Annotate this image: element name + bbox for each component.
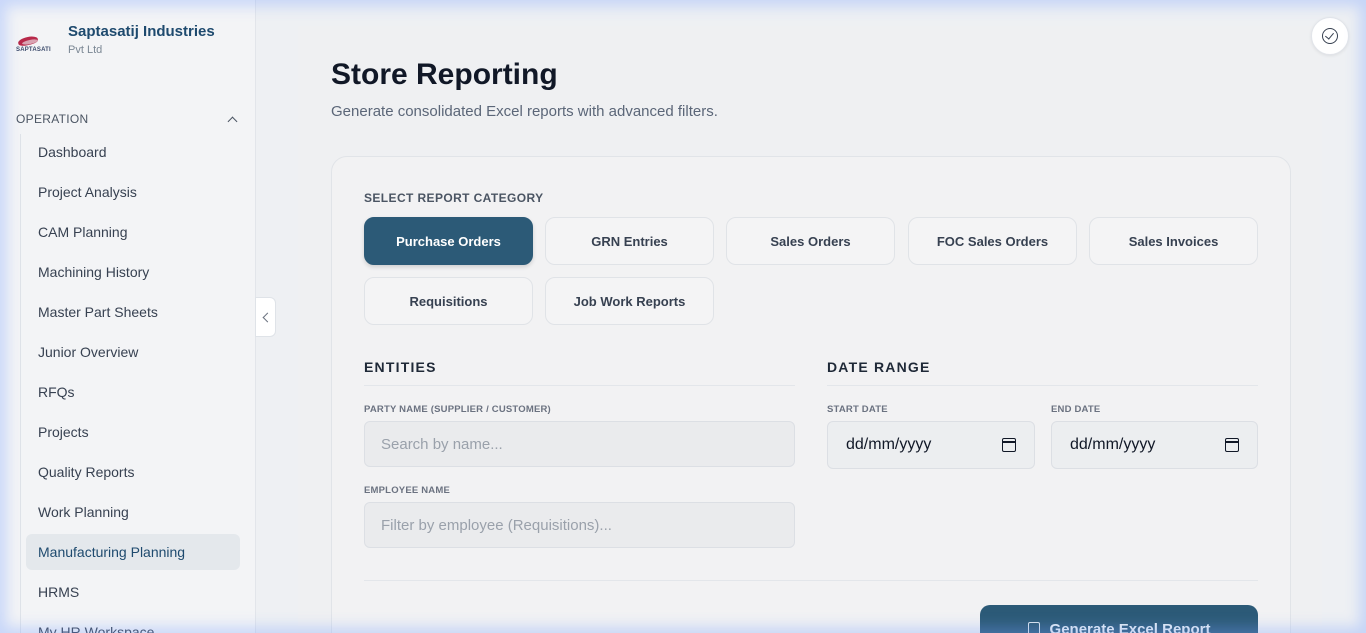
- company-logo: SAPTASATI: [16, 28, 56, 68]
- sidebar-nav: Dashboard Project Analysis CAM Planning …: [20, 134, 240, 633]
- company-suffix: Pvt Ltd: [68, 44, 103, 56]
- generate-report-button[interactable]: Generate Excel Report: [980, 605, 1258, 633]
- brand[interactable]: SAPTASATI Saptasatij Industries Pvt Ltd: [16, 22, 215, 68]
- calendar-icon[interactable]: [1225, 438, 1239, 452]
- page-title: Store Reporting: [331, 58, 558, 91]
- sidebar-item-dashboard[interactable]: Dashboard: [26, 134, 240, 170]
- category-sales-invoices[interactable]: Sales Invoices: [1089, 217, 1258, 265]
- employee-name-label: EMPLOYEE NAME: [364, 485, 450, 496]
- entities-title: ENTITIES: [364, 359, 437, 375]
- sidebar-item-my-hr-workspace[interactable]: My HR Workspace: [26, 614, 240, 633]
- chevron-up-icon: [227, 116, 238, 126]
- start-date-label: START DATE: [827, 404, 888, 415]
- sidebar-collapse-button[interactable]: [255, 297, 276, 337]
- category-label: SELECT REPORT CATEGORY: [364, 191, 544, 205]
- employee-name-input[interactable]: [364, 502, 795, 548]
- generate-report-label: Generate Excel Report: [1049, 621, 1211, 633]
- sidebar-item-master-part-sheets[interactable]: Master Part Sheets: [26, 294, 240, 330]
- sidebar-item-projects[interactable]: Projects: [26, 414, 240, 450]
- party-name-label: PARTY NAME (SUPPLIER / CUSTOMER): [364, 404, 551, 415]
- company-name: Saptasatij Industries: [68, 23, 215, 40]
- party-name-input[interactable]: [364, 421, 795, 467]
- check-circle-icon: [1322, 28, 1338, 44]
- calendar-icon[interactable]: [1002, 438, 1016, 452]
- chevron-left-icon: [262, 312, 272, 322]
- sidebar-item-manufacturing-planning[interactable]: Manufacturing Planning: [26, 534, 240, 570]
- start-date-value: dd/mm/yyyy: [846, 436, 932, 453]
- end-date-label: END DATE: [1051, 404, 1101, 415]
- category-grn-entries[interactable]: GRN Entries: [545, 217, 714, 265]
- page-subtitle: Generate consolidated Excel reports with…: [331, 103, 718, 120]
- category-sales-orders[interactable]: Sales Orders: [726, 217, 895, 265]
- section-label: OPERATION: [16, 112, 89, 126]
- category-job-work-reports[interactable]: Job Work Reports: [545, 277, 714, 325]
- sidebar-item-project-analysis[interactable]: Project Analysis: [26, 174, 240, 210]
- entities-divider: [364, 385, 795, 386]
- start-date-input[interactable]: dd/mm/yyyy: [827, 421, 1035, 469]
- end-date-value: dd/mm/yyyy: [1070, 436, 1156, 453]
- end-date-input[interactable]: dd/mm/yyyy: [1051, 421, 1258, 469]
- status-check-button[interactable]: [1311, 17, 1349, 55]
- sidebar-item-quality-reports[interactable]: Quality Reports: [26, 454, 240, 490]
- actions-divider: [364, 580, 1258, 581]
- sidebar-item-machining-history[interactable]: Machining History: [26, 254, 240, 290]
- logo-text: SAPTASATI: [16, 47, 51, 53]
- sidebar-item-junior-overview[interactable]: Junior Overview: [26, 334, 240, 370]
- category-requisitions[interactable]: Requisitions: [364, 277, 533, 325]
- sidebar: SAPTASATI Saptasatij Industries Pvt Ltd …: [0, 0, 256, 633]
- category-purchase-orders[interactable]: Purchase Orders: [364, 217, 533, 265]
- sidebar-item-cam-planning[interactable]: CAM Planning: [26, 214, 240, 250]
- sidebar-item-work-planning[interactable]: Work Planning: [26, 494, 240, 530]
- file-icon: [1027, 622, 1040, 633]
- date-range-divider: [827, 385, 1258, 386]
- section-operation-toggle[interactable]: OPERATION: [16, 112, 240, 126]
- category-foc-sales-orders[interactable]: FOC Sales Orders: [908, 217, 1077, 265]
- date-range-title: DATE RANGE: [827, 359, 931, 375]
- sidebar-item-rfqs[interactable]: RFQs: [26, 374, 240, 410]
- sidebar-item-hrms[interactable]: HRMS: [26, 574, 240, 610]
